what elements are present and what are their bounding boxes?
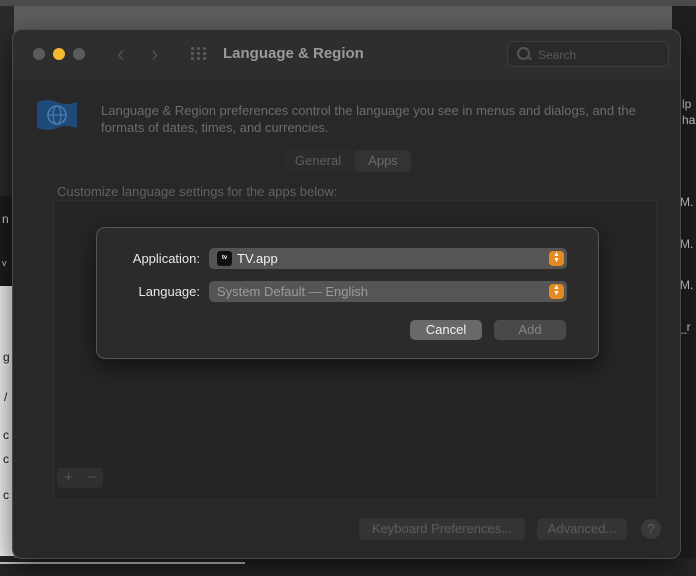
bg-fragment-text: g [3, 350, 10, 364]
bg-fragment-text: c [3, 488, 9, 502]
zoom-window-button[interactable] [73, 48, 85, 60]
minimize-window-button[interactable] [53, 48, 65, 60]
popup-stepper-icon: ▲ ▼ [549, 251, 564, 266]
bg-fragment-text: ha [682, 113, 696, 127]
bg-fragment-text: v [2, 258, 7, 268]
customize-apps-label: Customize language settings for the apps… [57, 184, 338, 199]
tv-app-icon: tv [217, 251, 232, 266]
add-remove-control: + − [57, 468, 103, 488]
window-title: Language & Region [223, 45, 364, 62]
bg-fragment-text: _r [680, 320, 691, 334]
close-window-button[interactable] [33, 48, 45, 60]
show-all-grid-icon[interactable] [191, 47, 209, 61]
cancel-button[interactable]: Cancel [410, 320, 482, 340]
language-flag-icon [37, 100, 77, 130]
add-app-button[interactable]: + [57, 468, 80, 488]
application-label: Application: [132, 251, 200, 266]
application-value: TV.app [237, 251, 278, 266]
language-popup[interactable]: System Default — English ▲ ▼ [209, 281, 567, 302]
tab-bar: General Apps [283, 150, 411, 172]
bg-fragment-text: lp [682, 97, 692, 111]
back-arrow-icon[interactable]: ‹ [117, 42, 124, 66]
pane-description: Language & Region preferences control th… [101, 103, 636, 135]
background-bottom-line [0, 562, 245, 564]
add-app-language-dialog: Application: tv TV.app ▲ ▼ Language: Syst… [96, 227, 599, 359]
application-popup[interactable]: tv TV.app ▲ ▼ [209, 248, 567, 269]
window-titlebar: ‹ › Language & Region [13, 30, 680, 80]
tab-apps[interactable]: Apps [355, 150, 411, 172]
search-input[interactable] [538, 46, 663, 63]
desktop-top-strip [0, 0, 696, 6]
tab-general[interactable]: General [283, 150, 353, 172]
background-bottom-strip [0, 558, 696, 576]
remove-app-button[interactable]: − [80, 468, 103, 488]
advanced-button[interactable]: Advanced... [537, 518, 627, 540]
help-button[interactable]: ? [641, 519, 661, 539]
bg-fragment-text: M. [680, 195, 694, 209]
bg-fragment-text: c [3, 452, 9, 466]
language-label: Language: [138, 284, 200, 299]
search-icon [517, 47, 531, 61]
add-button[interactable]: Add [494, 320, 566, 340]
popup-stepper-icon: ▲ ▼ [549, 284, 564, 299]
bg-fragment-text: c [3, 428, 9, 442]
bg-fragment-text: M. [680, 237, 694, 251]
forward-arrow-icon[interactable]: › [151, 42, 158, 66]
language-value: System Default — English [217, 284, 369, 299]
search-field[interactable] [507, 41, 669, 67]
bg-fragment-text: / [4, 390, 8, 404]
keyboard-preferences-button[interactable]: Keyboard Preferences... [359, 518, 525, 540]
bg-fragment-text: M. [680, 278, 694, 292]
bg-fragment-text: n [2, 212, 9, 226]
